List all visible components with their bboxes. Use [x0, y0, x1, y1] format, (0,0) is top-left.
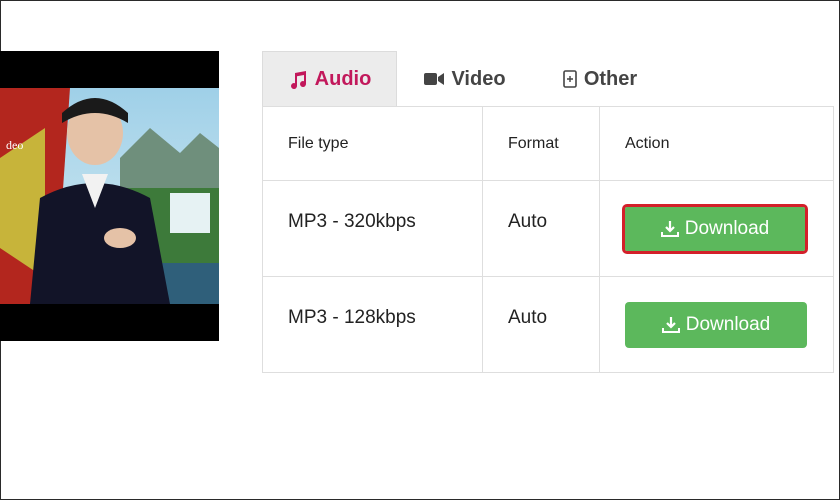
tab-audio-label: Audio	[314, 68, 372, 90]
video-camera-icon	[424, 72, 445, 86]
format-cell: Auto	[482, 180, 600, 277]
download-button-label: Download	[685, 313, 771, 335]
tab-video[interactable]: Video	[410, 51, 520, 107]
action-cell: Download	[599, 276, 834, 373]
table-row: MP3 - 320kbps Auto Download	[262, 180, 834, 277]
download-button-label: Download	[684, 217, 770, 239]
video-thumbnail[interactable]: deo	[0, 51, 219, 341]
header-format: Format	[482, 106, 600, 181]
thumbnail-image: deo	[0, 88, 219, 304]
file-plus-icon	[563, 70, 577, 88]
header-action: Action	[599, 106, 834, 181]
download-icon	[661, 316, 680, 334]
download-button-128kbps[interactable]: Download	[625, 301, 807, 348]
download-icon	[660, 220, 679, 238]
format-tabs: Audio Video Other	[262, 51, 833, 107]
format-cell: Auto	[482, 276, 600, 373]
tab-audio[interactable]: Audio	[262, 51, 397, 107]
file-type-cell: MP3 - 128kbps	[262, 276, 483, 373]
file-type-cell: MP3 - 320kbps	[262, 180, 483, 277]
music-icon	[288, 70, 308, 90]
action-cell: Download	[599, 180, 834, 277]
tab-other[interactable]: Other	[550, 51, 650, 107]
thumbnail-caption: deo	[6, 138, 24, 152]
tab-video-label: Video	[451, 67, 506, 90]
header-file-type: File type	[262, 106, 483, 181]
table-header-row: File type Format Action	[262, 106, 834, 181]
tab-other-label: Other	[583, 67, 638, 90]
table-row: MP3 - 128kbps Auto Download	[262, 276, 834, 373]
download-table: File type Format Action MP3 - 320kbps Au…	[262, 106, 834, 373]
download-button-320kbps[interactable]: Download	[622, 203, 808, 254]
